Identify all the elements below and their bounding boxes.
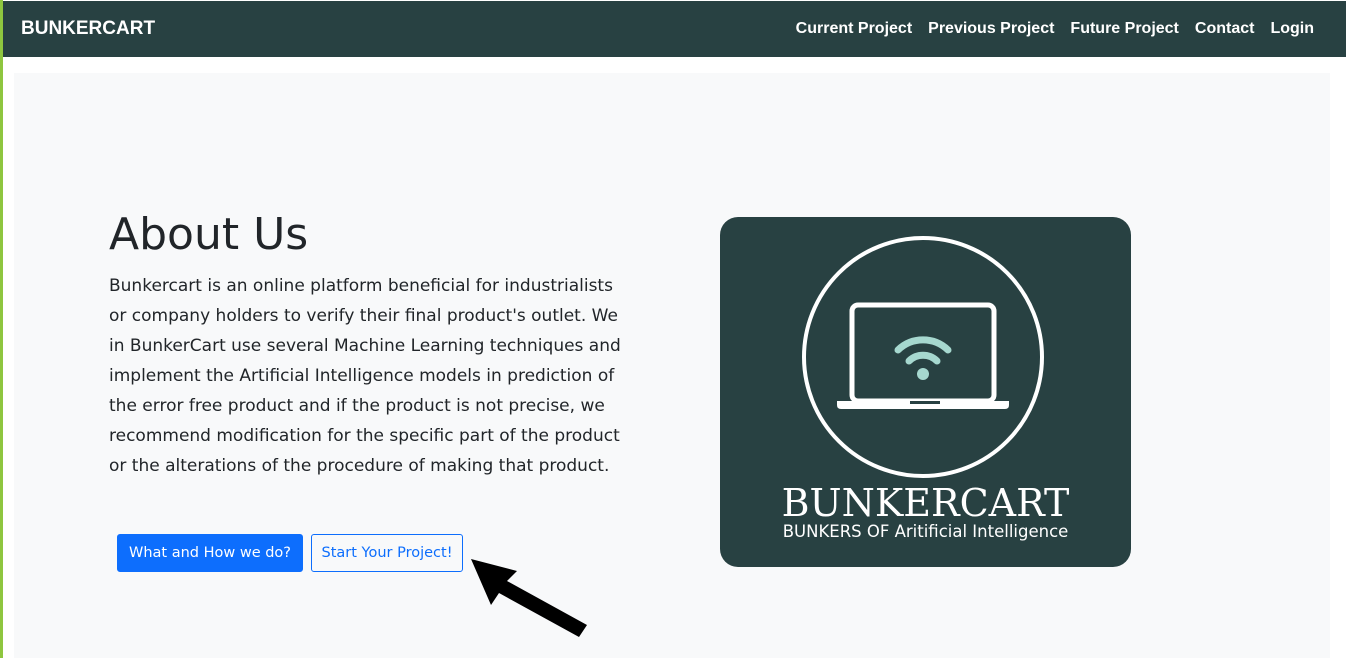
logo-name: BUNKERCART	[781, 481, 1070, 525]
navbar: BUNKERCART Current Project Previous Proj…	[3, 1, 1346, 57]
brand-logo: BUNKERCART BUNKERS OF Aritificial Intell…	[720, 217, 1131, 567]
what-and-how-button[interactable]: What and How we do?	[117, 534, 303, 572]
logo-tagline: BUNKERS OF Aritificial Intelligence	[782, 522, 1069, 541]
nav-link-contact[interactable]: Contact	[1195, 20, 1255, 38]
about-description: Bunkercart is an online platform benefic…	[109, 276, 621, 476]
start-project-button[interactable]: Start Your Project!	[311, 534, 463, 572]
nav-link-current-project[interactable]: Current Project	[796, 20, 912, 38]
nav-link-previous-project[interactable]: Previous Project	[928, 20, 1054, 38]
nav-link-future-project[interactable]: Future Project	[1070, 20, 1178, 38]
about-section: About Us Bunkercart is an online platfor…	[14, 73, 1330, 658]
left-edge-accent	[0, 0, 3, 658]
page-title: About Us	[109, 209, 309, 260]
arrow-pointer-icon	[471, 559, 587, 637]
nav-links: Current Project Previous Project Future …	[780, 1, 1314, 57]
nav-link-login[interactable]: Login	[1270, 20, 1314, 38]
brand-link[interactable]: BUNKERCART	[21, 1, 155, 57]
